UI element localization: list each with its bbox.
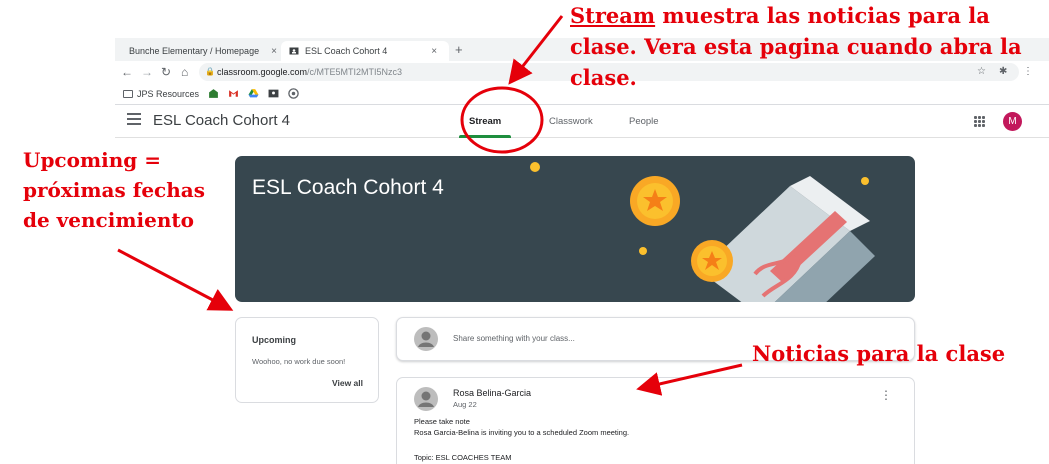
- news-annotation: Noticias para la clase: [752, 341, 1006, 366]
- post-author: Rosa Belina-Garcia: [453, 388, 532, 398]
- close-tab-icon[interactable]: ×: [271, 46, 277, 57]
- active-tab-indicator: [459, 135, 511, 138]
- lock-icon: 🔒: [205, 67, 215, 76]
- tab-bunche-homepage[interactable]: Bunche Elementary / Homepage ×: [115, 41, 280, 61]
- tab-label: ESL Coach Cohort 4: [305, 46, 388, 56]
- tab-people[interactable]: People: [629, 116, 659, 127]
- upcoming-annotation: Upcoming = próximas fechas de vencimient…: [23, 148, 205, 232]
- stream-annotation: Stream muestra las noticias para la clas…: [570, 0, 1049, 93]
- upcoming-card: Upcoming Woohoo, no work due soon! View …: [235, 317, 379, 403]
- account-avatar[interactable]: M: [1003, 112, 1022, 131]
- classroom-favicon-icon: [289, 47, 299, 55]
- gmail-icon[interactable]: [228, 88, 239, 99]
- bookmark-label: JPS Resources: [137, 88, 200, 99]
- upcoming-title: Upcoming: [252, 335, 296, 345]
- share-placeholder[interactable]: Share something with your class...: [453, 334, 575, 343]
- tab-label: Bunche Elementary / Homepage: [129, 46, 260, 56]
- graduation-illustration-icon: [530, 162, 875, 302]
- class-banner: ESL Coach Cohort 4: [235, 156, 915, 302]
- classroom-bookmark-icon[interactable]: [268, 88, 279, 99]
- user-avatar-icon: [414, 327, 438, 351]
- stream-annotation-keyword: Stream: [570, 3, 656, 28]
- classroom-header: ESL Coach Cohort 4 Stream Classwork Peop…: [115, 105, 1049, 138]
- tab-esl-coach[interactable]: ESL Coach Cohort 4 ×: [281, 41, 449, 61]
- class-name-title[interactable]: ESL Coach Cohort 4: [153, 112, 290, 129]
- google-apps-icon[interactable]: [974, 116, 985, 127]
- folder-icon: [123, 89, 133, 98]
- tab-classwork[interactable]: Classwork: [549, 116, 593, 127]
- bookmark-jps-resources[interactable]: JPS Resources: [123, 89, 199, 99]
- home-icon[interactable]: ⌂: [181, 64, 188, 80]
- drive-icon[interactable]: [248, 88, 259, 99]
- post-date: Aug 22: [453, 400, 477, 409]
- tab-stream[interactable]: Stream: [469, 116, 501, 127]
- reload-icon[interactable]: ↻: [161, 64, 171, 80]
- post-text-line: Please take note: [414, 417, 470, 426]
- upcoming-arrow: [117, 248, 234, 311]
- author-avatar-icon: [414, 387, 438, 411]
- school-bookmark-icon[interactable]: [208, 88, 219, 99]
- more-options-icon[interactable]: ⋮: [880, 389, 892, 401]
- close-tab-icon[interactable]: ×: [431, 46, 437, 57]
- view-all-link[interactable]: View all: [332, 378, 363, 388]
- post-text-line: Topic: ESL COACHES TEAM: [414, 453, 512, 462]
- upcoming-empty-text: Woohoo, no work due soon!: [252, 357, 346, 366]
- url-domain: classroom.google.com: [217, 67, 308, 77]
- stream-post: Rosa Belina-Garcia Aug 22 ⋮ Please take …: [396, 377, 915, 464]
- chrome-icon[interactable]: [288, 88, 299, 99]
- url-path: /c/MTE5MTI2MTI5Nzc3: [307, 67, 403, 77]
- hamburger-menu-icon[interactable]: [127, 113, 141, 125]
- back-arrow-icon[interactable]: ←: [121, 64, 133, 80]
- new-tab-button[interactable]: +: [455, 41, 463, 59]
- post-text-line: Rosa Garcia-Belina is inviting you to a …: [414, 428, 630, 437]
- forward-arrow-icon[interactable]: →: [141, 64, 153, 80]
